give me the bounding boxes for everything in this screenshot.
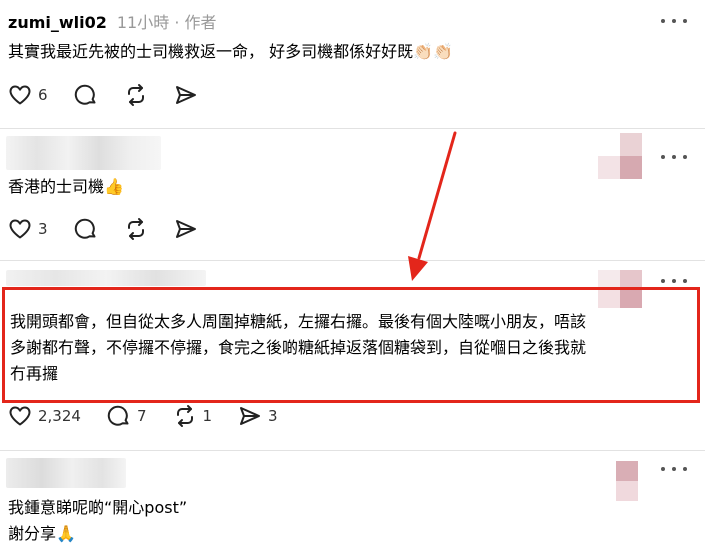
more-options-icon[interactable] xyxy=(661,463,687,475)
highlight-box xyxy=(2,287,700,403)
like-button[interactable]: 3 xyxy=(8,217,48,241)
reply-count: 7 xyxy=(136,407,147,425)
post-text-line: 我鍾意睇呢啲“開心post” xyxy=(8,498,188,517)
send-icon xyxy=(175,220,196,238)
like-count: 6 xyxy=(38,86,48,104)
reply-button[interactable]: 7 xyxy=(107,404,147,428)
like-button[interactable]: 6 xyxy=(8,83,48,107)
repost-icon xyxy=(176,405,193,427)
post-text: 香港的士司機👍 xyxy=(8,177,124,196)
heart-icon xyxy=(9,406,31,426)
repost-count: 1 xyxy=(202,407,213,425)
more-options-icon[interactable] xyxy=(661,15,687,27)
heart-icon xyxy=(9,219,31,239)
post-actions: 3 xyxy=(8,217,224,241)
more-options-icon[interactable] xyxy=(661,151,687,163)
post-actions: 6 xyxy=(8,83,224,107)
repost-icon xyxy=(127,218,144,240)
post-actions: 2,324 7 1 3 xyxy=(8,404,304,428)
repost-icon xyxy=(127,84,144,106)
post-4: 我鍾意睇呢啲“開心post” 謝分享🙏 xyxy=(0,451,705,552)
comment-icon xyxy=(74,218,96,239)
blurred-username xyxy=(6,136,161,170)
like-count: 2,324 xyxy=(38,407,81,425)
like-count: 3 xyxy=(38,220,48,238)
share-button[interactable] xyxy=(174,83,198,107)
post-meta: 11小時 · 作者 xyxy=(116,13,217,32)
repost-button[interactable] xyxy=(124,83,148,107)
repost-button[interactable] xyxy=(124,217,148,241)
reply-button[interactable] xyxy=(74,217,98,241)
repost-button[interactable]: 1 xyxy=(173,404,213,428)
blurred-username xyxy=(6,458,126,488)
more-options-icon[interactable] xyxy=(661,275,687,287)
send-icon xyxy=(175,86,196,104)
post-username[interactable]: zumi_wli02 xyxy=(8,13,107,32)
blurred-avatar xyxy=(616,461,638,501)
share-button[interactable] xyxy=(174,217,198,241)
like-button[interactable]: 2,324 xyxy=(8,404,81,428)
post-text: 我鍾意睇呢啲“開心post” 謝分享🙏 xyxy=(8,495,187,547)
blurred-username xyxy=(6,270,206,286)
post-2: 香港的士司機👍 3 xyxy=(0,129,705,260)
post-1: zumi_wli02 11小時 · 作者 其實我最近先被的士司機救返一命， 好多… xyxy=(0,0,705,128)
post-text: 其實我最近先被的士司機救返一命， 好多司機都係好好既👏🏻👏🏻 xyxy=(8,42,453,61)
comment-icon xyxy=(74,84,96,105)
heart-icon xyxy=(9,85,31,105)
post-text-line: 謝分享🙏 xyxy=(8,524,76,543)
send-icon xyxy=(240,407,261,425)
reply-button[interactable] xyxy=(74,83,98,107)
blurred-avatar xyxy=(598,133,642,179)
comment-icon xyxy=(107,405,129,426)
share-button[interactable]: 3 xyxy=(238,404,278,428)
share-count: 3 xyxy=(268,407,278,425)
